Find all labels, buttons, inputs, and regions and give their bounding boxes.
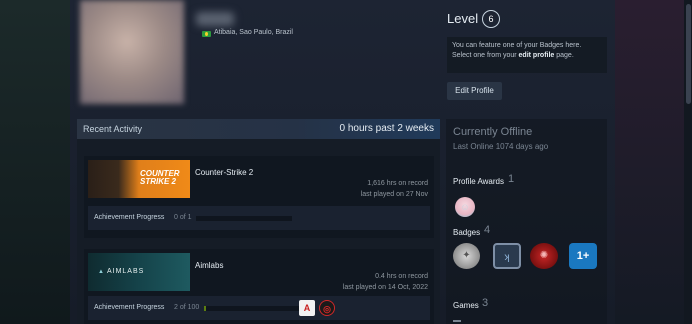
game-thumbnail-text: COUNTER STRIKE 2 — [140, 169, 180, 186]
recent-activity-title: Recent Activity — [83, 124, 143, 134]
achievement-count: 0 of 1 — [174, 214, 192, 221]
badge-years-of-service-icon[interactable]: 1+ — [569, 243, 597, 269]
last-played: last played on 14 Oct, 2022 — [342, 284, 428, 291]
game-thumbnail[interactable]: AIMLABS — [88, 253, 190, 291]
hours-on-record: 0.4 hrs on record — [375, 273, 428, 280]
achievement-progress-fill — [204, 306, 206, 311]
page-background-left — [0, 0, 70, 324]
games-link[interactable]: Games — [453, 301, 479, 310]
level-label: Level — [447, 11, 479, 26]
brazil-flag-icon — [202, 31, 211, 37]
edit-profile-button[interactable]: Edit Profile — [447, 82, 502, 100]
games-count: 3 — [482, 297, 489, 309]
game-thumbnail[interactable]: COUNTER STRIKE 2 — [88, 160, 190, 198]
online-status: Currently Offline — [453, 126, 533, 138]
aimlabs-logo-icon[interactable]: A — [299, 300, 315, 316]
recent-activity-header: Recent Activity 0 hours past 2 weeks — [77, 119, 440, 139]
badges-count: 4 — [484, 224, 491, 236]
achievement-progress-label: Achievement Progress — [94, 214, 165, 221]
game-name[interactable]: Aimlabs — [195, 261, 223, 270]
badges-link[interactable]: Badges — [453, 228, 480, 237]
edit-profile-link[interactable]: edit profile — [519, 52, 555, 59]
hours-on-record: 1,616 hrs on record — [367, 180, 428, 187]
page-background-right — [615, 0, 692, 324]
persona-name — [196, 12, 234, 26]
featured-badge-info: You can feature one of your Badges here.… — [447, 37, 607, 73]
achievement-count: 2 of 100 — [174, 304, 200, 311]
badge-prompt-suffix: page. — [554, 52, 574, 59]
games-list-start — [453, 320, 461, 322]
achievement-progress-row[interactable]: Achievement Progress 2 of 100 A ◎ — [88, 296, 430, 320]
game-card-counter-strike-2: COUNTER STRIKE 2 Counter-Strike 2 1,616 … — [84, 156, 434, 238]
last-played: last played on 27 Nov — [360, 191, 428, 198]
profile-awards-count: 1 — [508, 173, 515, 185]
avatar[interactable] — [80, 0, 184, 104]
achievement-progress-bar — [196, 216, 292, 221]
badge-red-emblem-icon[interactable]: ✺ — [530, 243, 558, 269]
game-thumbnail-text: AIMLABS — [98, 268, 144, 275]
badge-silver-coin-icon[interactable]: ✦ — [453, 243, 480, 269]
target-icon[interactable]: ◎ — [319, 300, 335, 316]
badge-steam-card-icon[interactable]: ʞ — [493, 243, 521, 269]
game-card-aimlabs: AIMLABS Aimlabs 0.4 hrs on record last p… — [84, 249, 434, 324]
achievement-progress-bar — [204, 306, 300, 311]
level-badge[interactable]: 6 — [482, 10, 500, 28]
achievement-progress-label: Achievement Progress — [94, 304, 165, 311]
last-online: Last Online 1074 days ago — [453, 142, 549, 151]
recent-activity-hours: 0 hours past 2 weeks — [339, 123, 435, 134]
profile-award-icon[interactable]: ☺ — [455, 197, 475, 217]
game-name[interactable]: Counter-Strike 2 — [195, 168, 253, 177]
scroll-thumb[interactable] — [686, 4, 691, 104]
scrollbar[interactable] — [684, 0, 692, 324]
profile-awards-link[interactable]: Profile Awards — [453, 177, 504, 186]
achievement-progress-row[interactable]: Achievement Progress 0 of 1 — [88, 206, 430, 230]
location: Atibaia, Sao Paulo, Brazil — [214, 29, 293, 36]
